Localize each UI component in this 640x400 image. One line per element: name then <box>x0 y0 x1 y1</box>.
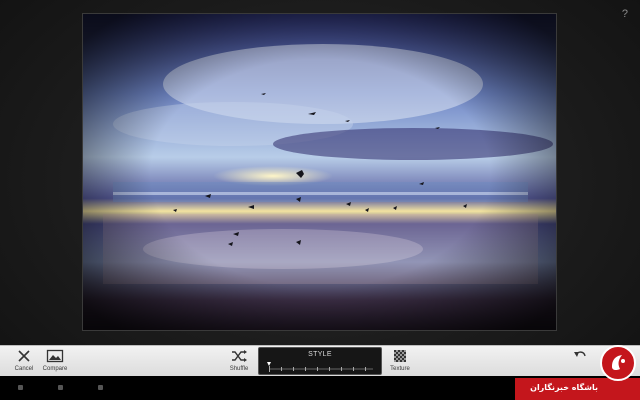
style-slider-handle <box>267 362 271 366</box>
photo-preview <box>82 13 557 331</box>
shuffle-icon <box>232 350 247 362</box>
undo-button[interactable] <box>560 348 600 375</box>
texture-icon <box>394 350 406 362</box>
style-slider[interactable] <box>267 362 375 372</box>
style-label: STYLE <box>308 351 332 358</box>
undo-icon <box>574 351 586 357</box>
landscape-photo <box>83 14 556 330</box>
style-slider-panel[interactable]: STYLE <box>258 347 382 375</box>
logo-icon <box>612 355 625 371</box>
close-icon <box>18 350 30 362</box>
image-icon <box>46 349 64 363</box>
back-icon[interactable] <box>18 385 23 390</box>
home-icon[interactable] <box>58 385 63 390</box>
watermark-text: باشگاه خبرنگاران <box>530 383 598 392</box>
compare-label: Compare <box>42 366 68 372</box>
help-button[interactable]: ? <box>622 8 628 20</box>
recent-apps-icon[interactable] <box>98 385 103 390</box>
texture-label: Texture <box>390 366 410 372</box>
texture-button[interactable]: Texture <box>376 348 424 375</box>
bottom-toolbar: Cancel Compare Shuffle STYLE Texture <box>0 345 640 376</box>
shuffle-button[interactable]: Shuffle <box>215 348 263 375</box>
compare-button[interactable]: Compare <box>31 348 79 375</box>
shuffle-label: Shuffle <box>229 366 249 372</box>
watermark-logo <box>600 345 636 381</box>
